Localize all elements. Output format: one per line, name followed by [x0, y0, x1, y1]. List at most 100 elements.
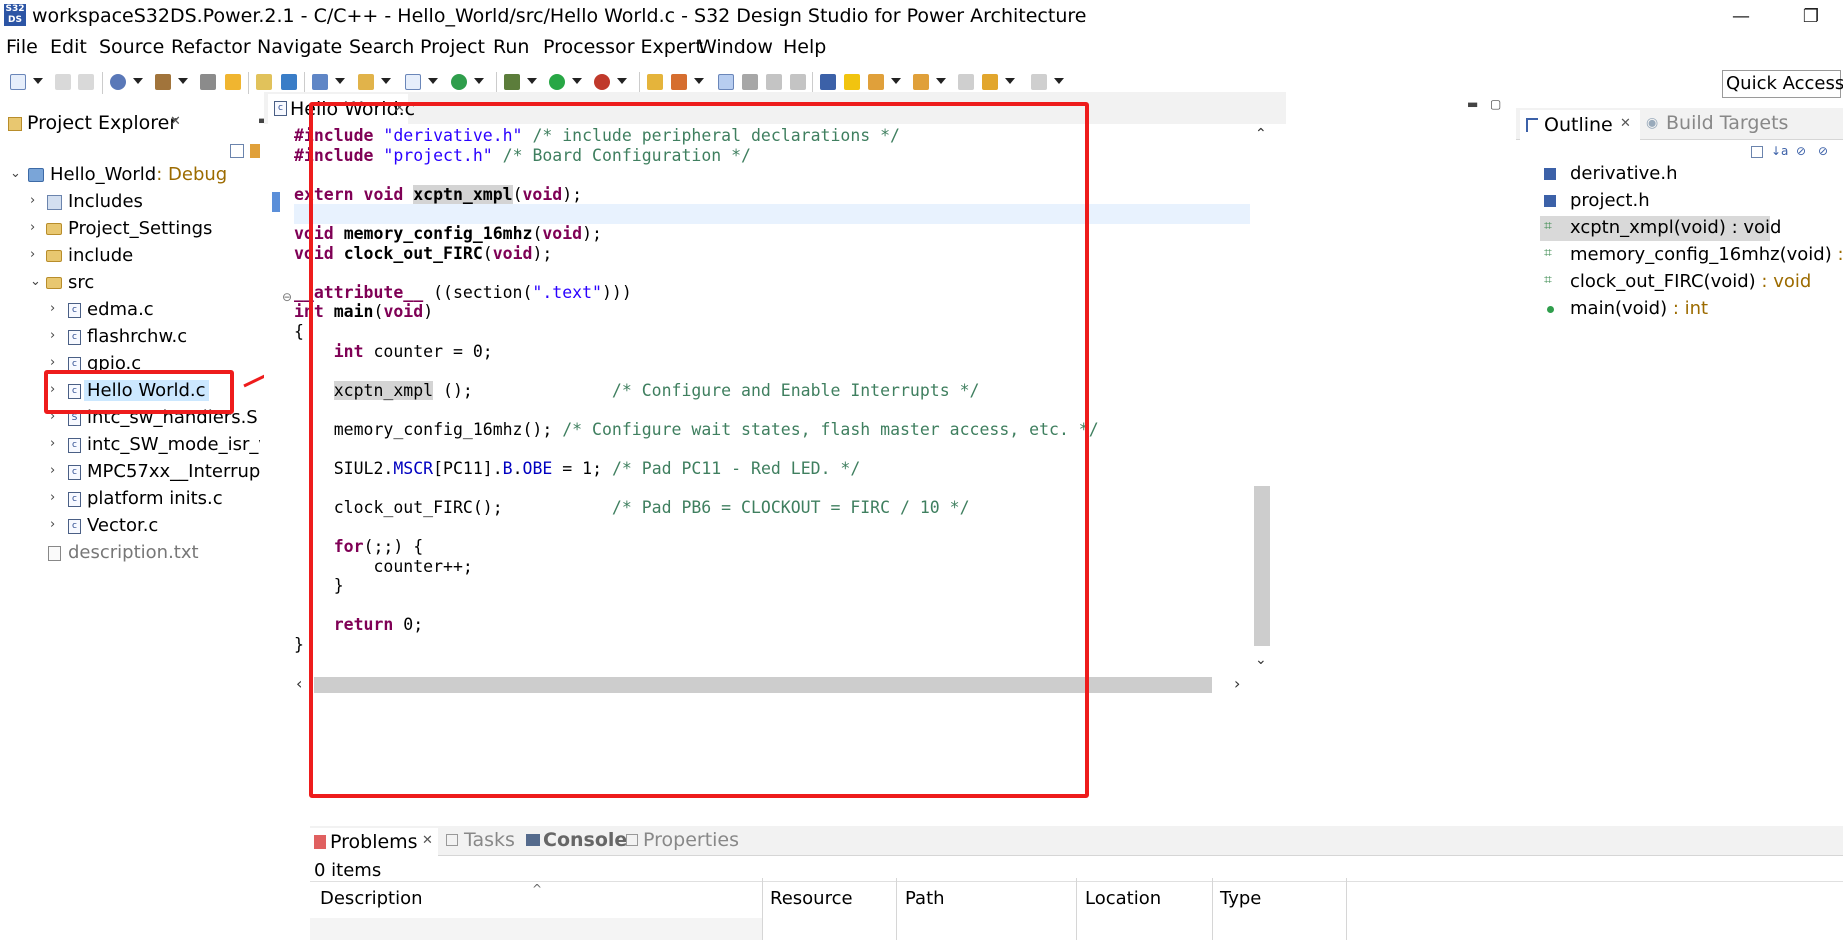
refresh-icon[interactable] — [451, 74, 467, 90]
column-header-path[interactable]: Path — [905, 888, 945, 918]
tree-item-platform-inits-c[interactable]: › c platform inits.c — [0, 488, 260, 511]
column-separator[interactable] — [896, 878, 897, 940]
sort-icon[interactable]: ↓a — [1771, 144, 1788, 158]
outline-item-xcptn-xmpl[interactable]: ⌗ xcptn_xmpl(void) : void — [1540, 216, 1843, 241]
prev-annotation-icon[interactable] — [913, 74, 929, 90]
menu-file[interactable]: File — [6, 36, 38, 58]
bug-icon[interactable] — [504, 74, 520, 90]
chevron-down-icon[interactable] — [335, 78, 345, 84]
chevron-right-icon[interactable]: › — [30, 247, 35, 262]
tree-item-intc-sw-mode-isr-vector[interactable]: › c intc_SW_mode_isr_vector — [0, 434, 260, 457]
tree-item-vector-c[interactable]: › c Vector.c — [0, 515, 260, 538]
project-explorer-title[interactable]: Project Explorer — [27, 112, 177, 134]
minimize-button[interactable]: — — [1726, 2, 1756, 32]
hide-fields-icon[interactable]: ⊘ — [1796, 144, 1806, 158]
lightning-icon[interactable] — [844, 74, 860, 90]
maximize-icon[interactable]: ▢ — [1490, 97, 1501, 111]
chevron-up-icon[interactable]: ⌃ — [1255, 126, 1267, 142]
chevron-down-icon[interactable] — [572, 78, 582, 84]
new-folder-icon[interactable] — [358, 74, 374, 90]
tree-item-edma-c[interactable]: › c edma.c — [0, 299, 260, 322]
hide-static-icon[interactable]: ⊘ — [1818, 144, 1828, 158]
chevron-down-icon[interactable] — [381, 78, 391, 84]
chevron-down-icon[interactable] — [936, 78, 946, 84]
save-all-icon[interactable] — [78, 74, 94, 90]
chevron-right-icon[interactable]: › — [50, 328, 55, 343]
chevron-right-icon[interactable]: › — [50, 490, 55, 505]
tab-problems[interactable]: Problems ✕ — [310, 828, 438, 858]
chevron-right-icon[interactable]: › — [30, 220, 35, 235]
show-whitespace-icon[interactable] — [766, 74, 782, 90]
menu-window[interactable]: Window — [698, 36, 773, 58]
tree-item-includes[interactable]: › Includes — [0, 191, 260, 214]
chevron-down-icon[interactable]: ⌄ — [30, 274, 41, 289]
editor-vertical-scrollbar[interactable]: ⌃ ⌄ — [1252, 124, 1272, 672]
column-header-description[interactable]: Description — [320, 888, 423, 918]
fold-icon[interactable]: ⊖ — [282, 290, 292, 304]
next-annotation-icon[interactable] — [868, 74, 884, 90]
chevron-down-icon[interactable] — [1054, 78, 1064, 84]
column-header-location[interactable]: Location — [1085, 888, 1161, 918]
column-separator[interactable] — [1212, 878, 1213, 940]
tree-item-flashrchw-c[interactable]: › c flashrchw.c — [0, 326, 260, 349]
chevron-down-icon[interactable]: ⌄ — [1255, 652, 1267, 668]
chevron-down-icon[interactable] — [891, 78, 901, 84]
save-icon[interactable] — [55, 74, 71, 90]
pen-icon[interactable] — [671, 74, 687, 90]
tab-outline[interactable]: Outline ✕ — [1520, 110, 1640, 140]
collapse-all-icon[interactable] — [1751, 146, 1763, 158]
chevron-right-icon[interactable]: › — [50, 463, 55, 478]
terminal-icon[interactable] — [281, 74, 297, 90]
column-separator[interactable] — [1346, 878, 1347, 940]
tab-tasks[interactable]: Tasks — [464, 829, 515, 851]
chevron-down-icon[interactable] — [617, 78, 627, 84]
chevron-down-icon[interactable] — [527, 78, 537, 84]
chevron-down-icon[interactable] — [133, 78, 143, 84]
collapse-all-icon[interactable] — [230, 144, 244, 158]
new-project-icon[interactable] — [225, 74, 241, 90]
outline-item-main[interactable]: main(void) : int — [1544, 298, 1843, 321]
close-icon[interactable]: ✕ — [422, 833, 433, 848]
tab-console[interactable]: Console — [543, 829, 627, 851]
tree-project-hello-world[interactable]: ⌄ Hello_World: Debug — [0, 164, 260, 187]
minimize-icon[interactable]: ▬ — [1467, 97, 1478, 111]
close-icon[interactable]: ✕ — [1620, 116, 1631, 131]
chevron-right-icon[interactable]: › — [30, 193, 35, 208]
paragraph-icon[interactable] — [790, 74, 806, 90]
menu-search[interactable]: Search — [349, 36, 414, 58]
tab-properties[interactable]: Properties — [643, 829, 739, 851]
chevron-left-icon[interactable]: ‹ — [296, 674, 302, 693]
restore-button[interactable]: ❐ — [1796, 2, 1826, 32]
link-editor-icon[interactable] — [250, 144, 260, 158]
close-icon[interactable]: ✕ — [170, 114, 181, 129]
outline-item-memory-config[interactable]: ⌗ memory_config_16mhz(void) : void — [1544, 244, 1843, 267]
tree-item-src[interactable]: ⌄ src — [0, 272, 260, 295]
back-icon[interactable] — [982, 74, 998, 90]
menu-navigate[interactable]: Navigate — [257, 36, 342, 58]
new-class-icon[interactable] — [312, 74, 328, 90]
new-source-icon[interactable] — [405, 74, 421, 90]
menu-help[interactable]: Help — [783, 36, 826, 58]
column-header-resource[interactable]: Resource — [770, 888, 853, 918]
menu-project[interactable]: Project — [420, 36, 485, 58]
quick-access-field[interactable]: Quick Access — [1722, 70, 1843, 98]
external-tools-icon[interactable] — [594, 74, 610, 90]
build-all-icon[interactable] — [200, 74, 216, 90]
highlight-toggle-icon[interactable] — [718, 74, 734, 90]
menu-source[interactable]: Source — [99, 36, 164, 58]
menu-run[interactable]: Run — [493, 36, 529, 58]
chevron-down-icon[interactable] — [694, 78, 704, 84]
outline-item-derivative-h[interactable]: derivative.h — [1544, 163, 1843, 186]
tree-item-project-settings[interactable]: › Project_Settings — [0, 218, 260, 241]
chevron-down-icon[interactable] — [1005, 78, 1015, 84]
chevron-down-icon[interactable] — [178, 78, 188, 84]
outline-item-clock-out-firc[interactable]: ⌗ clock_out_FIRC(void) : void — [1544, 271, 1843, 294]
chevron-right-icon[interactable]: › — [50, 301, 55, 316]
chevron-right-icon[interactable]: › — [50, 436, 55, 451]
chevron-right-icon[interactable]: › — [50, 517, 55, 532]
column-separator[interactable] — [762, 878, 763, 940]
menu-processor-expert[interactable]: Processor Expert — [543, 36, 703, 58]
menu-edit[interactable]: Edit — [50, 36, 87, 58]
tree-item-include[interactable]: › include — [0, 245, 260, 268]
scrollbar-thumb[interactable] — [1254, 486, 1270, 646]
